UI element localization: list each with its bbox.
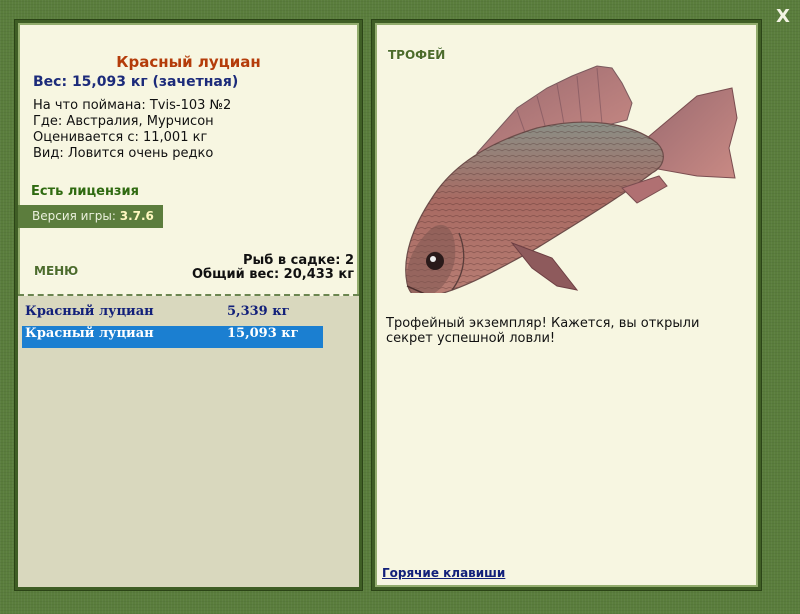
trophy-panel: ТРОФЕЙ Трофейный экземпляр! Кажется, вы … xyxy=(372,20,761,590)
catch-list: Красный луциан 5,339 кг Красный луциан 1… xyxy=(18,296,359,587)
cage-fish-count: Рыб в садке: 2 xyxy=(242,253,354,268)
fish-info-panel: Красный луциан Вес: 15,093 кг (зачетная)… xyxy=(15,20,362,590)
version-value: 3.7.6 xyxy=(119,209,154,223)
hotkeys-link[interactable]: Горячие клавиши xyxy=(382,566,505,580)
menu-button[interactable]: МЕНЮ xyxy=(34,264,78,278)
catch-weight: 15,093 кг xyxy=(227,326,299,341)
fish-image xyxy=(405,65,738,293)
license-status: Есть лицензия xyxy=(31,184,139,199)
game-version-bar: Версия игры: 3.7.6 xyxy=(18,205,163,228)
fish-title: Красный луциан xyxy=(116,53,261,71)
fish-weight: Вес: 15,093 кг (зачетная) xyxy=(33,74,239,90)
catch-name: Красный луциан xyxy=(25,304,154,319)
cage-stats: Рыб в садке: 2 Общий вес: 20,433 кг xyxy=(192,254,354,282)
close-button[interactable]: X xyxy=(772,6,794,28)
location: Где: Австралия, Мурчисон xyxy=(33,114,214,129)
catch-weight: 5,339 кг xyxy=(227,304,290,319)
valued-from: Оценивается с: 11,001 кг xyxy=(33,130,208,145)
catch-list-item-selected[interactable]: Красный луциан 15,093 кг xyxy=(22,326,323,348)
rarity: Вид: Ловится очень редко xyxy=(33,146,214,161)
version-label: Версия игры: xyxy=(32,209,116,223)
cage-total-weight: Общий вес: 20,433 кг xyxy=(191,267,354,282)
caught-with: На что поймана: Tvis-103 №2 xyxy=(33,98,232,113)
catch-list-item[interactable]: Красный луциан 5,339 кг xyxy=(22,304,323,326)
catch-name: Красный луциан xyxy=(25,326,154,341)
trophy-description: Трофейный экземпляр! Кажется, вы открыли… xyxy=(386,316,700,346)
